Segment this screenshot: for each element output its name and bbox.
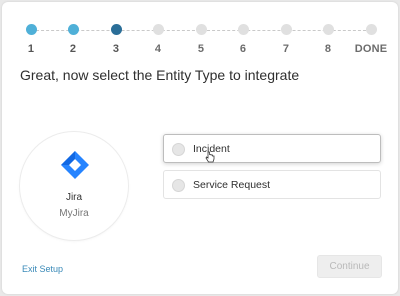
step-dot [280, 24, 292, 35]
step-label: 5 [197, 43, 205, 55]
integration-badge: Jira MyJira [20, 132, 128, 240]
jira-logo-icon [61, 151, 89, 179]
step-8: 8 [308, 24, 348, 55]
step-1: 1 [11, 24, 51, 55]
radio-button[interactable] [172, 143, 185, 156]
radio-button[interactable] [172, 179, 185, 192]
step-dot [110, 24, 122, 35]
continue-button[interactable]: Continue [317, 255, 382, 278]
step-label: 6 [239, 43, 247, 55]
progress-stepper: 1 2 3 4 5 6 7 8 DONE [0, 0, 400, 60]
step-label: 7 [282, 43, 290, 55]
option-label: Service Request [193, 179, 271, 191]
step-dot [365, 24, 377, 35]
step-dot [67, 24, 79, 35]
step-label: 1 [27, 43, 35, 55]
step-label: 2 [69, 43, 77, 55]
exit-setup-link[interactable]: Exit Setup [22, 264, 63, 274]
step-7: 7 [266, 24, 306, 55]
step-dot [237, 24, 249, 35]
step-label: 4 [154, 43, 162, 55]
step-dot [195, 24, 207, 35]
step-4: 4 [138, 24, 178, 55]
hand-cursor-icon [205, 151, 215, 163]
step-dot [322, 24, 334, 35]
step-3: 3 [96, 24, 136, 55]
step-label: 8 [324, 43, 332, 55]
step-done: DONE [351, 24, 391, 55]
entity-option-service-request[interactable]: Service Request [163, 170, 381, 199]
step-5: 5 [181, 24, 221, 55]
step-label: DONE [354, 43, 388, 55]
step-dot [25, 24, 37, 35]
entity-option-incident[interactable]: Incident [163, 134, 381, 163]
step-dot [152, 24, 164, 35]
step-6: 6 [223, 24, 263, 55]
integration-instance: MyJira [59, 208, 89, 219]
step-2: 2 [53, 24, 93, 55]
step-label: 3 [112, 43, 120, 55]
page-title: Great, now select the Entity Type to int… [20, 67, 300, 83]
integration-name: Jira [65, 192, 83, 203]
